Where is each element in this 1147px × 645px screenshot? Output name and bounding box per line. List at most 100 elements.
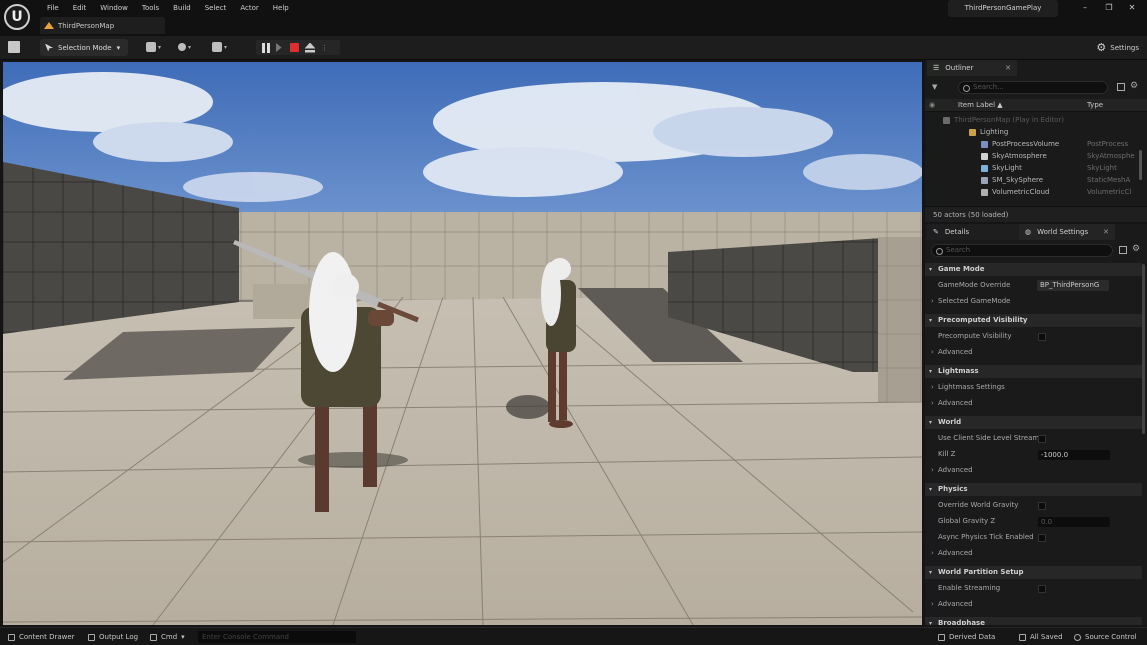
gear-icon[interactable]: ⚙ bbox=[1132, 244, 1140, 254]
outliner-row-label: VolumetricCloud bbox=[992, 188, 1050, 196]
filter-icon[interactable]: ▼ bbox=[932, 83, 937, 91]
blueprints-button[interactable]: ▾ bbox=[178, 41, 191, 53]
outliner-row[interactable]: ThirdPersonMap (Play in Editor) bbox=[925, 114, 1140, 126]
add-actor-icon[interactable] bbox=[1117, 83, 1125, 91]
menu-help[interactable]: Help bbox=[266, 2, 296, 14]
checkbox[interactable] bbox=[1038, 333, 1046, 341]
close-icon[interactable]: ✕ bbox=[1103, 228, 1109, 236]
section-header[interactable]: Precomputed Visibility bbox=[925, 314, 1142, 327]
outliner-row[interactable]: Lighting bbox=[925, 126, 1140, 138]
outliner-row-label: SM_SkySphere bbox=[992, 176, 1044, 184]
property-label: Async Physics Tick Enabled bbox=[938, 533, 1034, 541]
checkbox[interactable] bbox=[1038, 502, 1046, 510]
clapperboard-icon bbox=[212, 42, 222, 52]
outliner-row[interactable]: SM_SkySphere StaticMeshA bbox=[925, 174, 1140, 186]
derived-data-button[interactable]: Derived Data bbox=[938, 628, 995, 645]
property-label: Advanced bbox=[938, 466, 973, 474]
minimize-button[interactable]: – bbox=[1080, 3, 1090, 13]
level-icon bbox=[44, 22, 54, 29]
outliner-row[interactable]: PostProcessVolume PostProcess bbox=[925, 138, 1140, 150]
frame-skip-icon[interactable] bbox=[276, 43, 282, 52]
pause-icon[interactable] bbox=[262, 42, 270, 53]
source-control-button[interactable]: Source Control bbox=[1074, 628, 1137, 645]
output-log-button[interactable]: Output Log bbox=[88, 628, 138, 645]
map-tab-label: ThirdPersonMap bbox=[58, 21, 115, 30]
cmd-dropdown[interactable]: Cmd ▾ bbox=[150, 628, 185, 645]
section-header[interactable]: World bbox=[925, 416, 1142, 429]
outliner-panel: ☰ Outliner ✕ ▼ Search... ⚙ ◉ Item Label … bbox=[925, 60, 1147, 222]
section-header[interactable]: Broadphase bbox=[925, 617, 1142, 625]
grid-view-icon[interactable] bbox=[1119, 246, 1127, 254]
close-icon[interactable]: ✕ bbox=[1005, 64, 1011, 72]
outliner-row[interactable]: SkyLight SkyLight bbox=[925, 162, 1140, 174]
menu-file[interactable]: File bbox=[40, 2, 66, 14]
globe-icon: ◍ bbox=[1025, 228, 1032, 236]
column-item-label[interactable]: Item Label ▲ bbox=[958, 101, 1003, 109]
more-options-icon[interactable]: ⋮ bbox=[321, 44, 328, 52]
menu-actor[interactable]: Actor bbox=[233, 2, 265, 14]
property-label: Advanced bbox=[938, 549, 973, 557]
outliner-row[interactable]: SkyAtmosphere SkyAtmosphe bbox=[925, 150, 1140, 162]
menu-build[interactable]: Build bbox=[166, 2, 198, 14]
cinematics-button[interactable]: ▾ bbox=[212, 41, 227, 53]
gear-icon[interactable]: ⚙ bbox=[1130, 81, 1138, 91]
details-search-input[interactable]: Search bbox=[931, 244, 1113, 257]
settings-button[interactable]: ⚙ Settings bbox=[1096, 41, 1139, 54]
outliner-scrollbar[interactable] bbox=[1139, 150, 1142, 180]
checkbox[interactable] bbox=[1038, 534, 1046, 542]
save-icon[interactable] bbox=[8, 41, 20, 53]
property-label: Precompute Visibility bbox=[938, 332, 1012, 340]
level-viewport[interactable] bbox=[3, 62, 922, 625]
menu-edit[interactable]: Edit bbox=[66, 2, 94, 14]
viewport-scene bbox=[3, 62, 922, 625]
unreal-logo-icon[interactable]: U bbox=[4, 4, 30, 30]
gamemode-dropdown[interactable]: BP_ThirdPersonG bbox=[1037, 280, 1109, 291]
terminal-icon bbox=[150, 633, 157, 641]
source-control-label: Source Control bbox=[1085, 633, 1137, 641]
content-drawer-button[interactable]: Content Drawer bbox=[8, 628, 75, 645]
menu-window[interactable]: Window bbox=[93, 2, 135, 14]
property-row: Global Gravity Z 0.0 bbox=[925, 515, 1142, 528]
property-row[interactable]: Advanced bbox=[925, 397, 1142, 410]
checkbox[interactable] bbox=[1038, 585, 1046, 593]
menu-select[interactable]: Select bbox=[198, 2, 234, 14]
stop-icon[interactable] bbox=[290, 43, 299, 52]
eject-icon[interactable] bbox=[305, 42, 315, 53]
checkbox[interactable] bbox=[1038, 435, 1046, 443]
section-header[interactable]: Lightmass bbox=[925, 365, 1142, 378]
property-row[interactable]: Advanced bbox=[925, 346, 1142, 359]
outliner-search-input[interactable]: Search... bbox=[958, 81, 1108, 94]
tab-map[interactable]: ThirdPersonMap bbox=[40, 17, 165, 34]
tab-outliner[interactable]: ☰ Outliner ✕ bbox=[927, 60, 1017, 76]
property-row[interactable]: Advanced bbox=[925, 464, 1142, 477]
details-scrollbar[interactable] bbox=[1142, 264, 1145, 434]
section-header[interactable]: Game Mode bbox=[925, 263, 1142, 276]
property-row: Kill Z -1000.0 bbox=[925, 448, 1142, 461]
maximize-button[interactable]: ❐ bbox=[1104, 3, 1114, 13]
close-button[interactable]: ✕ bbox=[1127, 3, 1137, 13]
outliner-row[interactable]: VolumetricCloud VolumetricCl bbox=[925, 186, 1140, 198]
number-field[interactable]: -1000.0 bbox=[1038, 450, 1110, 460]
menu-tools[interactable]: Tools bbox=[135, 2, 166, 14]
property-row[interactable]: Advanced bbox=[925, 547, 1142, 560]
section-header[interactable]: Physics bbox=[925, 483, 1142, 496]
blueprint-icon bbox=[178, 43, 186, 51]
property-row: Async Physics Tick Enabled bbox=[925, 531, 1142, 544]
property-row[interactable]: Advanced bbox=[925, 598, 1142, 611]
number-field[interactable]: 0.0 bbox=[1038, 517, 1110, 527]
tab-details[interactable]: ✎ Details bbox=[927, 224, 1019, 240]
selection-mode-dropdown[interactable]: Selection Mode ▾ bbox=[40, 39, 128, 56]
tab-world-settings[interactable]: ◍ World Settings ✕ bbox=[1019, 224, 1115, 240]
actor-icon bbox=[981, 177, 988, 184]
outliner-header: ◉ Item Label ▲ Type bbox=[925, 99, 1147, 112]
console-command-input[interactable]: Enter Console Command bbox=[198, 631, 356, 643]
actor-icon bbox=[981, 189, 988, 196]
property-row[interactable]: Lightmass Settings bbox=[925, 381, 1142, 394]
property-label: Global Gravity Z bbox=[938, 517, 996, 525]
section-header[interactable]: World Partition Setup bbox=[925, 566, 1142, 579]
add-actor-button[interactable]: ▾ bbox=[146, 41, 161, 53]
menu-bar: File Edit Window Tools Build Select Actor Help bbox=[40, 2, 296, 14]
column-type[interactable]: Type bbox=[1087, 101, 1103, 109]
all-saved-button[interactable]: All Saved bbox=[1019, 628, 1063, 645]
property-row[interactable]: Selected GameMode bbox=[925, 295, 1142, 308]
